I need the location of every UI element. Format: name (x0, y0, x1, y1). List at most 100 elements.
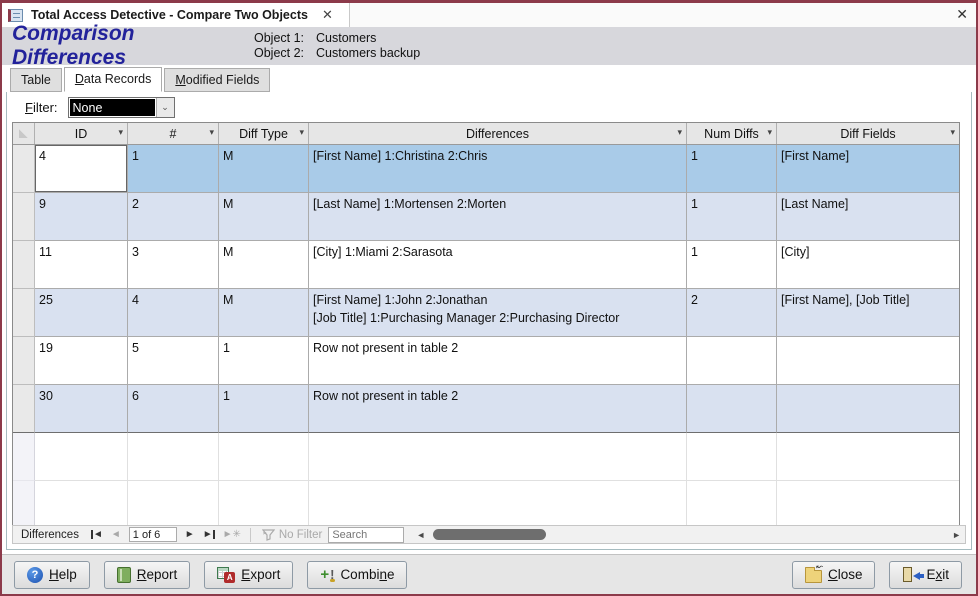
record-position-box[interactable]: 1 of 6 (129, 527, 177, 542)
num-diffs-cell[interactable]: 1 (687, 145, 777, 193)
column-header-id[interactable]: ID▾ (35, 123, 128, 144)
sort-dropdown-icon[interactable]: ▾ (299, 127, 304, 138)
differences-cell[interactable]: [First Name] 1:John 2:Jonathan [Job Titl… (309, 289, 687, 337)
sort-dropdown-icon[interactable]: ▾ (677, 127, 682, 138)
column-header-diff-fields[interactable]: Diff Fields▾ (777, 123, 959, 144)
scroll-left-icon[interactable]: ◄ (412, 530, 429, 540)
differences-cell[interactable]: [City] 1:Miami 2:Sarasota (309, 241, 687, 289)
report-button[interactable]: Report (104, 561, 191, 589)
num-diffs-cell[interactable] (687, 433, 777, 481)
diff-fields-cell[interactable]: [First Name], [Job Title] (777, 289, 959, 337)
record-selector[interactable] (13, 385, 35, 433)
differences-cell[interactable]: Row not present in table 2 (309, 337, 687, 385)
combine-button[interactable]: +! Combine (307, 561, 407, 589)
num-diffs-cell[interactable] (687, 481, 777, 529)
diff-type-cell[interactable]: M (219, 193, 309, 241)
differences-cell[interactable]: [First Name] 1:Christina 2:Chris (309, 145, 687, 193)
diff-fields-cell[interactable] (777, 337, 959, 385)
help-label: Help (49, 567, 77, 582)
next-record-button[interactable]: ► (181, 529, 199, 540)
no-filter-button[interactable]: No Filter (256, 529, 328, 541)
num-diffs-cell[interactable] (687, 337, 777, 385)
tab-control: Table Data Records Modified Fields (2, 65, 976, 92)
record-selector[interactable] (13, 433, 35, 481)
scrollbar-thumb[interactable] (433, 529, 546, 540)
diff-fields-cell[interactable] (777, 481, 959, 529)
close-icon[interactable]: ✕ (956, 6, 968, 23)
chevron-down-icon[interactable]: ⌄ (156, 98, 174, 117)
diff-fields-cell[interactable] (777, 433, 959, 481)
previous-record-button[interactable]: ◄ (107, 529, 125, 540)
num-diffs-cell[interactable]: 1 (687, 193, 777, 241)
sort-dropdown-icon[interactable]: ▾ (209, 127, 214, 138)
new-record-button[interactable]: ►✳ (219, 529, 245, 540)
column-header-differences[interactable]: Differences▾ (309, 123, 687, 144)
id-cell[interactable]: 4 (35, 145, 128, 193)
diff-type-cell[interactable] (219, 433, 309, 481)
number-cell[interactable] (128, 481, 219, 529)
id-cell[interactable]: 19 (35, 337, 128, 385)
differences-cell[interactable] (309, 481, 687, 529)
sort-dropdown-icon[interactable]: ▾ (767, 127, 772, 138)
diff-fields-cell[interactable]: [Last Name] (777, 193, 959, 241)
sort-dropdown-icon[interactable]: ▾ (118, 127, 123, 138)
record-selector[interactable] (13, 481, 35, 529)
id-cell[interactable]: 9 (35, 193, 128, 241)
number-cell[interactable] (128, 433, 219, 481)
id-cell[interactable] (35, 481, 128, 529)
tab-close-icon[interactable]: ✕ (316, 7, 339, 23)
column-header-diff-type[interactable]: Diff Type▾ (219, 123, 309, 144)
tab-modified-fields[interactable]: Modified Fields (164, 68, 270, 92)
first-record-button[interactable]: ◄ (87, 529, 107, 540)
help-button[interactable]: ? Help (14, 561, 90, 589)
diff-fields-cell[interactable]: [First Name] (777, 145, 959, 193)
scrollbar-track[interactable] (429, 529, 948, 540)
table-row: 41M[First Name] 1:Christina 2:Chris1[Fir… (13, 145, 959, 193)
number-cell[interactable]: 3 (128, 241, 219, 289)
diff-type-cell[interactable] (219, 481, 309, 529)
diff-type-cell[interactable]: M (219, 289, 309, 337)
num-diffs-cell[interactable]: 2 (687, 289, 777, 337)
record-selector[interactable] (13, 289, 35, 337)
close-button[interactable]: Close (792, 561, 876, 589)
diff-type-cell[interactable]: M (219, 241, 309, 289)
number-cell[interactable]: 4 (128, 289, 219, 337)
column-header-num-diffs[interactable]: Num Diffs▾ (687, 123, 777, 144)
differences-cell[interactable]: Row not present in table 2 (309, 385, 687, 433)
filter-combobox[interactable]: None ⌄ (68, 97, 175, 118)
tab-data-records[interactable]: Data Records (64, 67, 162, 92)
num-diffs-cell[interactable]: 1 (687, 241, 777, 289)
diff-type-cell[interactable]: 1 (219, 385, 309, 433)
export-button[interactable]: A Export (204, 561, 293, 589)
record-selector[interactable] (13, 193, 35, 241)
differences-cell[interactable] (309, 433, 687, 481)
record-selector[interactable] (13, 241, 35, 289)
number-cell[interactable]: 6 (128, 385, 219, 433)
number-cell[interactable]: 5 (128, 337, 219, 385)
id-cell[interactable]: 25 (35, 289, 128, 337)
tab-table[interactable]: Table (10, 68, 62, 92)
diff-fields-cell[interactable]: [City] (777, 241, 959, 289)
number-cell[interactable]: 1 (128, 145, 219, 193)
last-record-button[interactable]: ► (199, 529, 219, 540)
num-diffs-cell[interactable] (687, 385, 777, 433)
id-cell[interactable] (35, 433, 128, 481)
close-folder-icon (805, 570, 822, 583)
sort-dropdown-icon[interactable]: ▾ (950, 127, 955, 138)
exit-button[interactable]: Exit (889, 561, 962, 589)
diff-type-cell[interactable]: 1 (219, 337, 309, 385)
number-cell[interactable]: 2 (128, 193, 219, 241)
record-selector[interactable] (13, 145, 35, 193)
combine-label: Combine (340, 567, 394, 582)
record-selector[interactable] (13, 337, 35, 385)
export-icon: A (217, 567, 235, 583)
column-header-number[interactable]: #▾ (128, 123, 219, 144)
id-cell[interactable]: 11 (35, 241, 128, 289)
diff-type-cell[interactable]: M (219, 145, 309, 193)
diff-fields-cell[interactable] (777, 385, 959, 433)
differences-cell[interactable]: [Last Name] 1:Mortensen 2:Morten (309, 193, 687, 241)
select-all-corner[interactable] (13, 123, 35, 144)
scroll-right-icon[interactable]: ► (948, 530, 965, 540)
search-input[interactable] (328, 527, 404, 543)
id-cell[interactable]: 30 (35, 385, 128, 433)
